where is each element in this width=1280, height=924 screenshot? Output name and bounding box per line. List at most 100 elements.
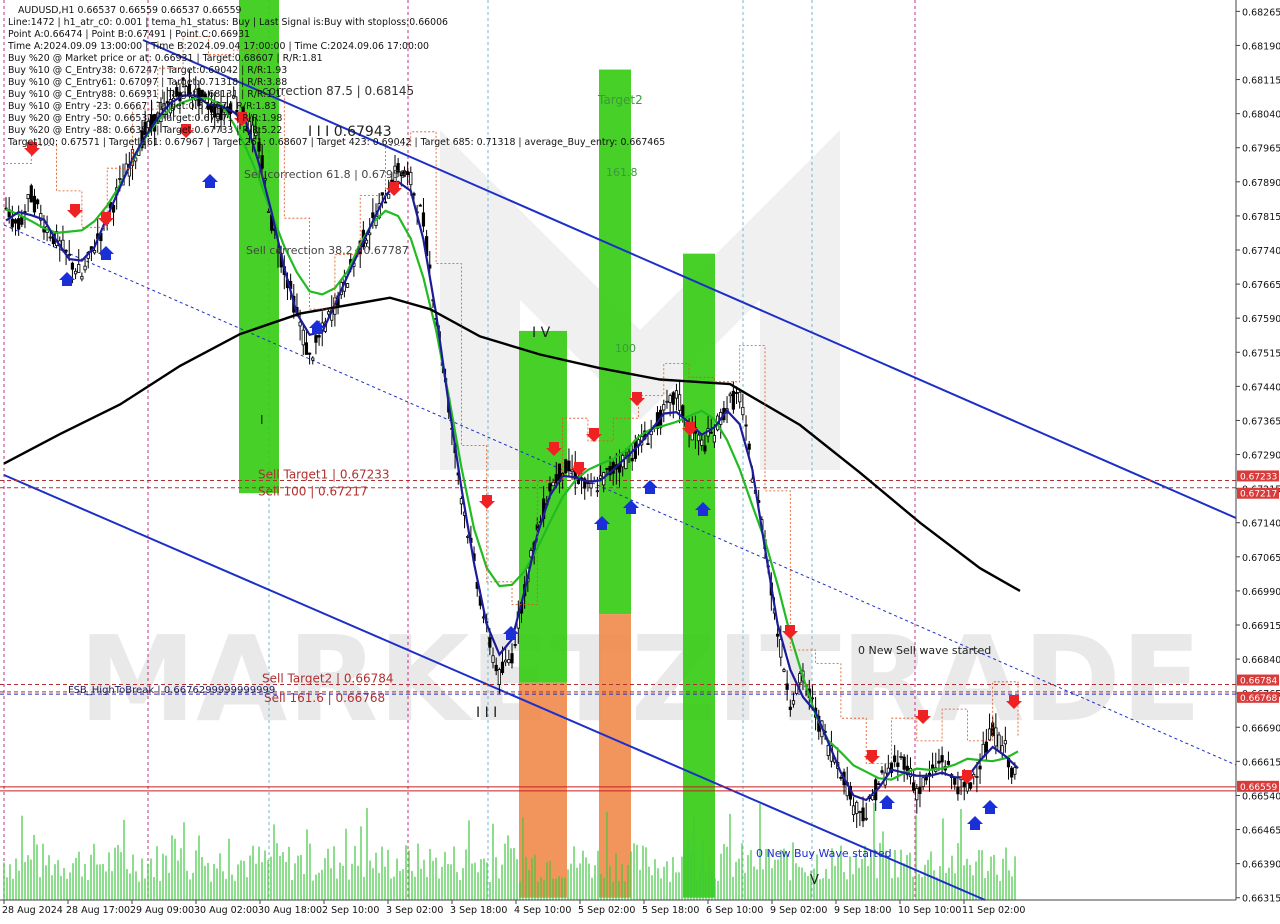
header-line: Target100: 0.67571 | Target 161: 0.67967…	[7, 137, 665, 148]
price-tag-label: 0.67233	[1240, 472, 1277, 482]
candle-body	[301, 329, 305, 346]
x-tick-label: 10 Sep 10:00	[898, 905, 961, 916]
candle-body	[810, 697, 815, 700]
y-tick-label: 0.67665	[1242, 280, 1280, 291]
x-tick-label: 5 Sep 18:00	[642, 905, 699, 916]
zone-orange-3	[599, 614, 631, 898]
candle-body	[665, 400, 669, 403]
candle-body	[488, 637, 492, 648]
candle-body	[668, 395, 672, 403]
candle-body	[978, 765, 982, 770]
candle-body	[671, 392, 675, 405]
level-label: Sell Target1 | 0.67233	[258, 467, 390, 481]
candle-body	[984, 741, 988, 753]
candle-body	[497, 669, 501, 685]
x-tick-label: 3 Sep 18:00	[450, 905, 507, 916]
candle-body	[368, 232, 372, 236]
price-chart: MARKETZITRADE Sell Target1 | 0.67233 Sell…	[0, 0, 1280, 920]
header-line: AUDUSD,H1 0.66537 0.66559 0.66537 0.6655…	[18, 5, 242, 16]
candle-body	[861, 807, 865, 822]
x-tick-label: 29 Aug 09:00	[130, 905, 194, 916]
header-line: Buy %10 @ C_Entry88: 0.66931 | Target:0.…	[8, 89, 281, 100]
candle-body	[1003, 740, 1007, 745]
candle-body	[598, 475, 603, 479]
y-tick-label: 0.66315	[1242, 894, 1280, 905]
x-tick-label: 28 Aug 17:00	[66, 905, 130, 916]
candle-body	[738, 391, 742, 403]
candle-body	[576, 478, 581, 484]
y-tick-label: 0.68115	[1242, 76, 1280, 87]
watermark-text: MARKETZITRADE	[79, 610, 1202, 748]
candle-body	[918, 786, 922, 794]
candle-body	[314, 335, 318, 343]
candle-body	[798, 673, 802, 684]
candle-body	[36, 199, 40, 205]
level-label: FSB_HighToBreak | 0.6676299999999999	[68, 685, 275, 696]
y-tick-label: 0.67590	[1242, 314, 1280, 325]
candle-body	[421, 212, 426, 227]
header-line: Time A:2024.09.09 13:00:00 | Time B:2024…	[7, 41, 429, 52]
x-tick-label: 5 Sep 02:00	[578, 905, 635, 916]
candle-body	[776, 633, 780, 637]
y-tick-label: 0.68190	[1242, 41, 1280, 52]
candle-body	[893, 755, 897, 763]
annotation-3: Sell correction 38.2 | 0.67787	[246, 244, 409, 257]
candle-body	[304, 342, 309, 355]
candle-body	[747, 443, 751, 450]
candle-body	[64, 249, 68, 252]
candle-body	[266, 210, 271, 213]
candle-body	[921, 777, 925, 787]
y-tick-label: 0.66465	[1242, 826, 1280, 837]
candle-body	[380, 192, 384, 196]
candle-body	[700, 439, 704, 446]
candle-body	[510, 653, 514, 664]
candle-body	[744, 424, 748, 427]
header-line: Line:1472 | h1_atr_c0: 0.001 | tema_h1_s…	[8, 17, 448, 28]
candle-body	[991, 722, 995, 736]
header-line: Buy %20 @ Entry -88: 0.66384 | Target:0.…	[8, 125, 282, 136]
y-tick-label: 0.66690	[1242, 723, 1280, 734]
candle-body	[987, 728, 992, 741]
y-tick-label: 0.67065	[1242, 553, 1280, 564]
candle-body	[548, 483, 552, 492]
candle-body	[1013, 767, 1017, 775]
y-tick-label: 0.67140	[1242, 519, 1280, 530]
candle-body	[494, 664, 498, 672]
candle-body	[712, 435, 717, 443]
candle-body	[937, 760, 941, 764]
candle-body	[371, 212, 375, 219]
chart-container: MARKETZITRADE Sell Target1 | 0.67233 Sell…	[0, 0, 1280, 920]
zone-green-4	[683, 253, 715, 898]
y-tick-label: 0.66540	[1242, 791, 1280, 802]
annotation-2: Sell correction 61.8 | 0.67959	[244, 168, 407, 181]
candle-body	[260, 155, 264, 169]
candle-body	[968, 782, 973, 789]
candle-body	[551, 481, 555, 487]
level-label: Sell 100 | 0.67217	[258, 485, 368, 499]
annotation-11: 0 New Sell wave started	[858, 644, 991, 657]
candle-body	[345, 283, 350, 288]
candle-body	[785, 683, 789, 690]
candle-body	[858, 811, 862, 813]
candle-body	[839, 776, 843, 779]
candle-body	[491, 655, 495, 663]
candle-body	[674, 390, 679, 399]
candle-body	[965, 782, 970, 792]
candle-body	[412, 193, 416, 196]
price-tag-label: 0.66784	[1240, 677, 1277, 687]
candle-body	[956, 786, 960, 795]
header-line: Buy %10 @ C_Entry38: 0.67247 | Target:0.…	[8, 65, 287, 76]
x-tick-label: 9 Sep 02:00	[770, 905, 827, 916]
candle-body	[678, 394, 682, 411]
y-tick-label: 0.67965	[1242, 144, 1280, 155]
candle-body	[73, 270, 78, 275]
price-tag-label: 0.66559	[1240, 783, 1277, 793]
candle-body	[877, 783, 881, 786]
candle-body	[317, 335, 321, 338]
y-tick-label: 0.66840	[1242, 655, 1280, 666]
y-tick-label: 0.67365	[1242, 416, 1280, 427]
candle-body	[20, 216, 24, 225]
candle-body	[570, 469, 574, 473]
annotation-9: 161.8	[606, 166, 638, 179]
x-tick-label: 30 Aug 02:00	[194, 905, 258, 916]
